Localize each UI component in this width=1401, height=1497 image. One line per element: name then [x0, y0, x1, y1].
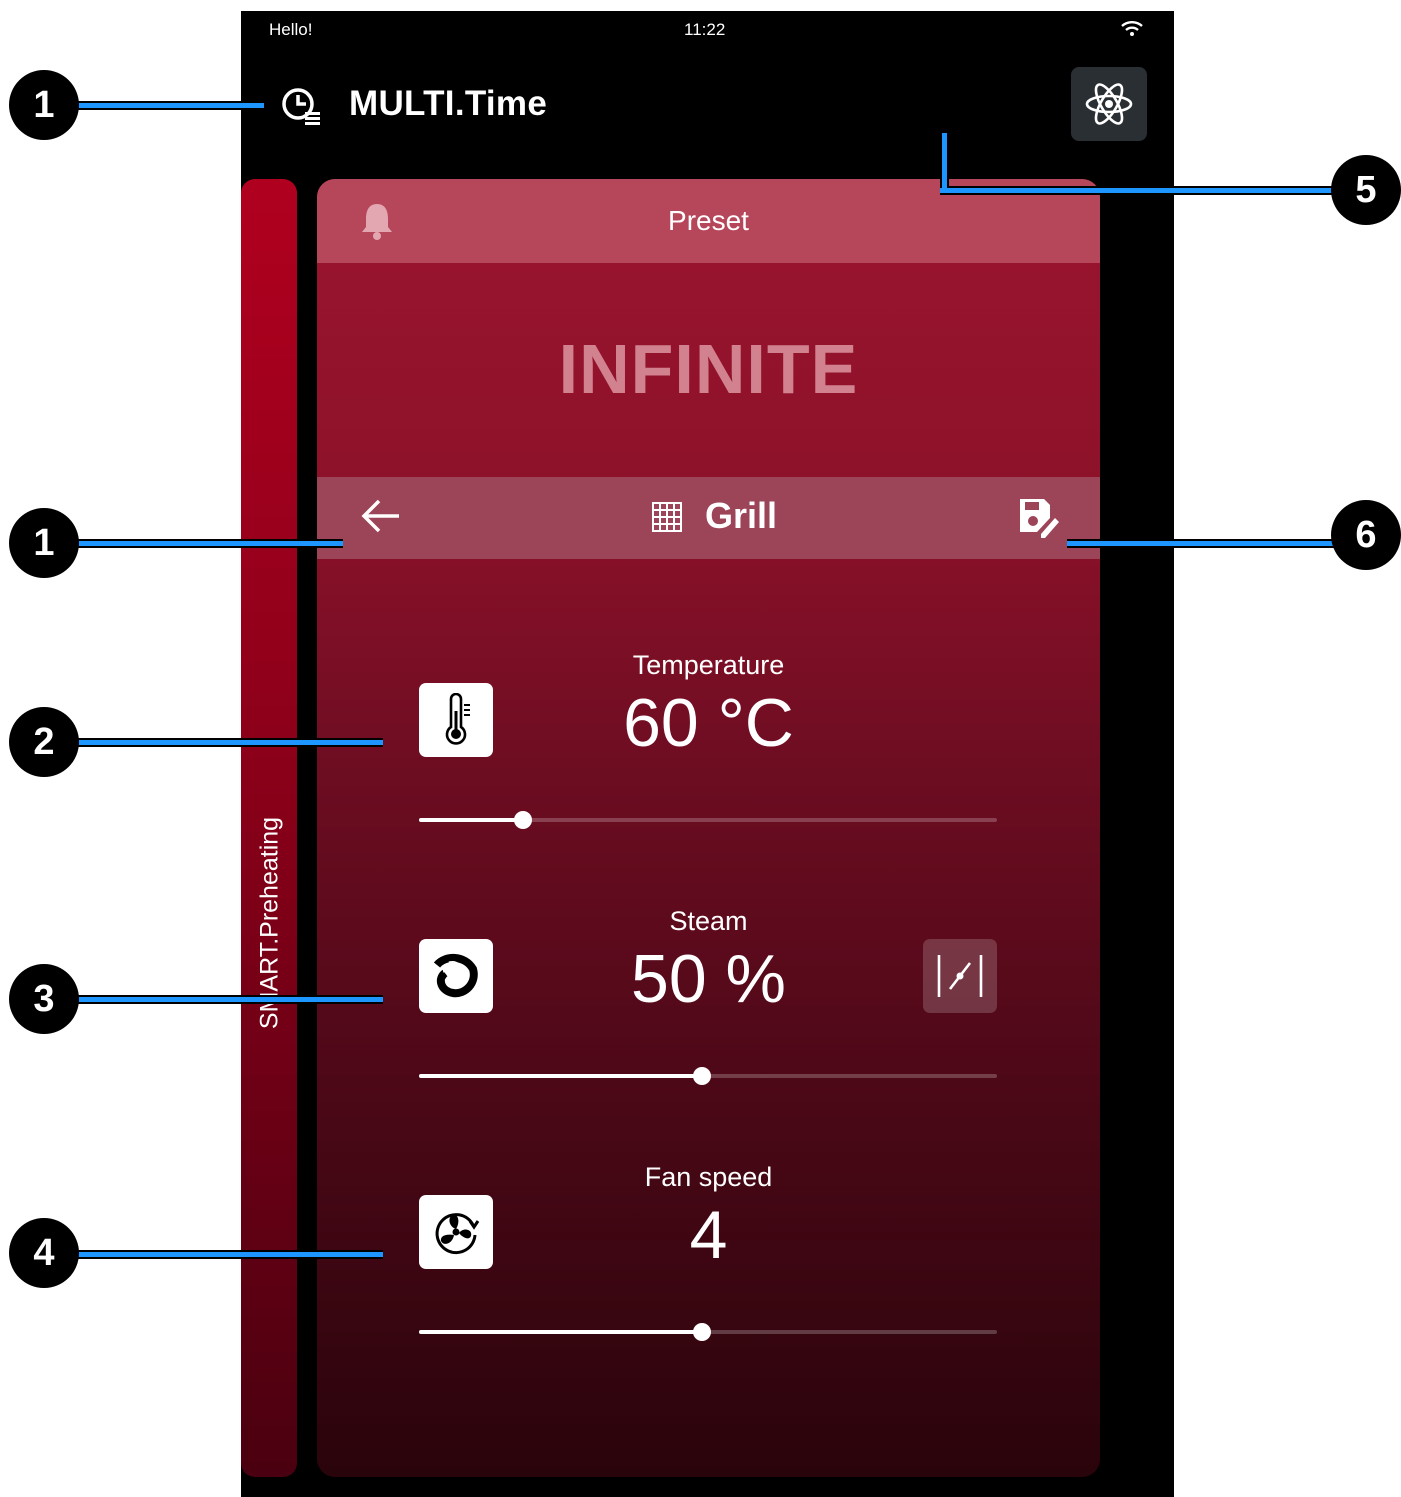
save-edit-icon[interactable] [1017, 496, 1061, 545]
temperature-slider-fill [419, 818, 524, 822]
callout-badge-3: 3 [9, 964, 79, 1034]
callout-6-line [1067, 539, 1338, 548]
callout-5-line-v [940, 133, 949, 188]
grill-grid-icon [651, 501, 683, 538]
callout-badge-2: 2 [9, 707, 79, 777]
callout-2-line [78, 738, 383, 747]
preset-label: Preset [668, 205, 749, 236]
steam-slider[interactable] [419, 1066, 997, 1086]
fan-speed-slider[interactable] [419, 1322, 997, 1342]
arrow-left-icon[interactable] [359, 496, 403, 541]
atom-button[interactable] [1071, 67, 1147, 141]
callout-4-line [78, 1250, 383, 1259]
status-bar: Hello! 11:22 [241, 11, 1174, 49]
callout-5-line-h [940, 186, 1338, 195]
temperature-value[interactable]: 60 °C [317, 684, 1100, 762]
fan-speed-value[interactable]: 4 [317, 1196, 1100, 1274]
fan-speed-slider-thumb[interactable] [693, 1323, 712, 1341]
callout-1b-line [78, 539, 343, 548]
mode-bar: Grill [317, 477, 1100, 559]
callout-badge-1: 1 [9, 70, 79, 140]
preset-card: Preset INFINITE Grill Temperature 60 °C [317, 179, 1100, 1477]
wifi-icon [1121, 21, 1143, 42]
fan-speed-slider-fill [419, 1330, 703, 1334]
steam-slider-fill [419, 1074, 703, 1078]
callout-badge-1b: 1 [9, 508, 79, 578]
callout-3-line [78, 995, 383, 1004]
temperature-label: Temperature [632, 650, 785, 680]
temperature-slider[interactable] [419, 810, 997, 830]
smart-preheating-card[interactable]: SMART.Preheating [241, 179, 297, 1477]
callout-badge-5: 5 [1331, 155, 1401, 225]
callout-badge-6: 6 [1331, 500, 1401, 570]
callout-badge-4: 4 [9, 1218, 79, 1288]
fan-speed-label: Fan speed [644, 1162, 773, 1192]
device-screen: Hello! 11:22 MULTI.Time SMART.Preheating… [241, 11, 1174, 1497]
steam-slider-thumb[interactable] [693, 1067, 712, 1085]
temperature-slider-thumb[interactable] [514, 811, 533, 829]
mode-label: Grill [705, 495, 778, 536]
steam-label: Steam [669, 906, 748, 936]
duration-display[interactable]: INFINITE [317, 329, 1100, 409]
app-title: MULTI.Time [349, 84, 548, 123]
curve-adjust-button[interactable] [923, 939, 997, 1013]
greeting-text: Hello! [269, 20, 313, 39]
clock-text: 11:22 [684, 20, 726, 39]
callout-1-line [78, 101, 264, 110]
timer-list-icon[interactable] [281, 85, 323, 127]
